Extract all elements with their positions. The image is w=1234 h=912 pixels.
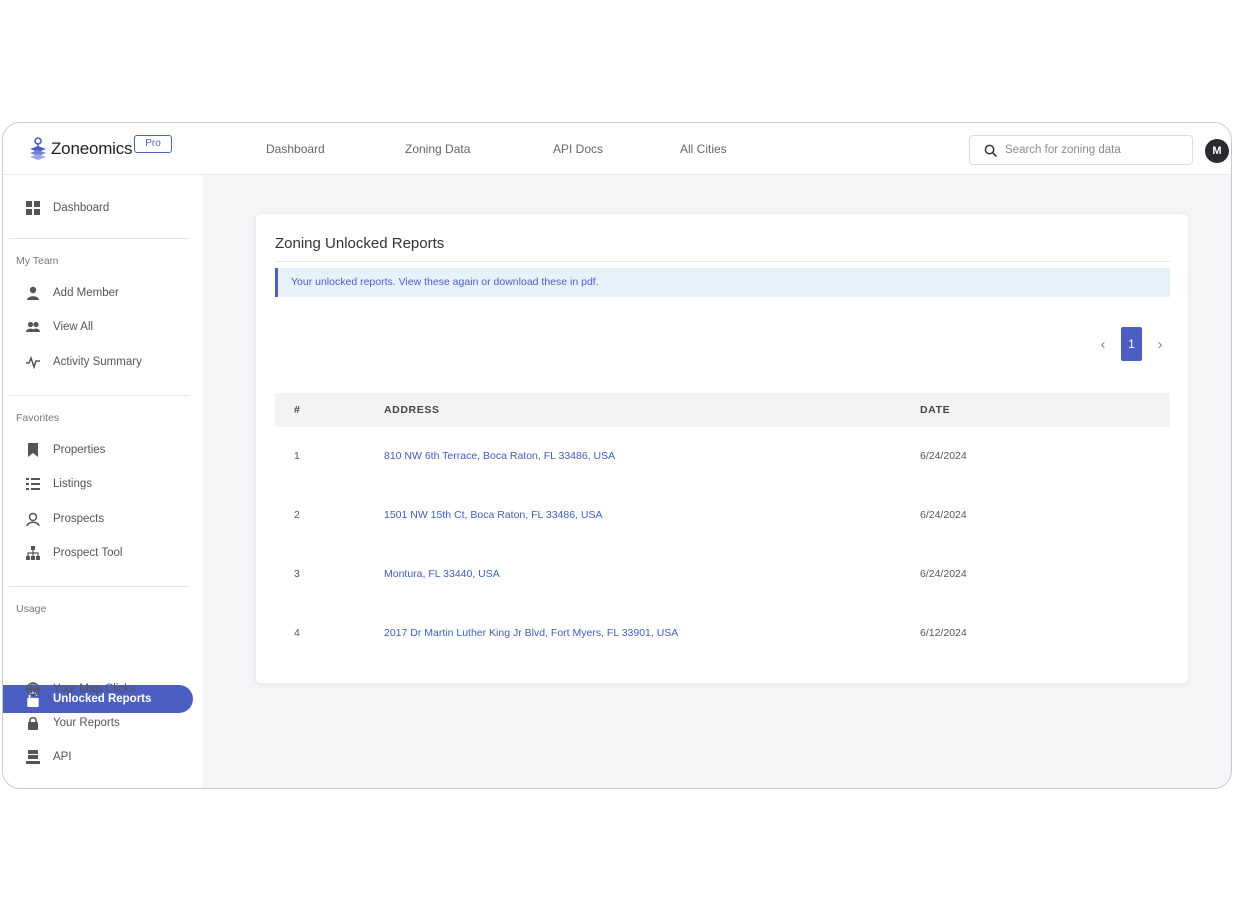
nav-all-cities[interactable]: All Cities bbox=[680, 123, 727, 175]
logo-text: Zoneomics bbox=[51, 139, 133, 158]
logo[interactable]: Zoneomics bbox=[27, 136, 133, 162]
table-row: 3 Montura, FL 33440, USA 6/24/2024 bbox=[275, 545, 1170, 604]
activity-icon bbox=[25, 354, 41, 370]
reports-card: Zoning Unlocked Reports Your unlocked re… bbox=[255, 213, 1189, 684]
zoneomics-logo-icon bbox=[30, 137, 46, 160]
page-1-button[interactable]: 1 bbox=[1121, 327, 1142, 361]
section-heading-usage: Usage bbox=[16, 603, 47, 615]
address-link[interactable]: 1501 NW 15th Ct, Boca Raton, FL 33486, U… bbox=[384, 486, 602, 545]
location-user-icon bbox=[25, 511, 41, 527]
row-date: 6/24/2024 bbox=[920, 509, 967, 521]
sidebar-item-label: View All bbox=[53, 321, 94, 333]
sidebar-item-label: Activity Summary bbox=[53, 356, 142, 368]
page-title: Zoning Unlocked Reports bbox=[275, 235, 445, 252]
column-header-date: DATE bbox=[920, 404, 951, 416]
address-link[interactable]: 2017 Dr Martin Luther King Jr Blvd, Fort… bbox=[384, 604, 678, 663]
info-alert: Your unlocked reports. View these again … bbox=[275, 268, 1170, 297]
nav-dashboard[interactable]: Dashboard bbox=[266, 123, 325, 175]
row-number: 4 bbox=[294, 627, 300, 639]
address-link[interactable]: Montura, FL 33440, USA bbox=[384, 545, 500, 604]
search-placeholder: Search for zoning data bbox=[1005, 144, 1121, 156]
sidebar-item-label: Your Reports bbox=[53, 717, 120, 729]
sidebar-item-api[interactable]: API bbox=[25, 745, 72, 769]
section-heading-my-team: My Team bbox=[16, 255, 59, 267]
user-icon bbox=[25, 285, 41, 301]
table-row: 4 2017 Dr Martin Luther King Jr Blvd, Fo… bbox=[275, 604, 1170, 663]
sidebar-item-label: Prospects bbox=[53, 513, 105, 525]
row-date: 6/24/2024 bbox=[920, 568, 967, 580]
main-content: Zoning Unlocked Reports Your unlocked re… bbox=[203, 175, 1231, 788]
sidebar: Dashboard My Team Add Member View All Ac… bbox=[3, 175, 203, 788]
nav-api-docs[interactable]: API Docs bbox=[553, 123, 603, 175]
row-date: 6/24/2024 bbox=[920, 450, 967, 462]
row-date: 6/12/2024 bbox=[920, 627, 967, 639]
sidebar-item-properties[interactable]: Properties bbox=[25, 438, 105, 462]
address-link[interactable]: 810 NW 6th Terrace, Boca Raton, FL 33486… bbox=[384, 427, 615, 486]
pro-badge: Pro bbox=[134, 135, 172, 153]
row-number: 1 bbox=[294, 450, 300, 462]
sidebar-item-prospects[interactable]: Prospects bbox=[25, 507, 104, 531]
sitemap-icon bbox=[25, 545, 41, 561]
sidebar-item-label: API bbox=[53, 751, 72, 763]
divider bbox=[9, 586, 189, 587]
table-row: 1 810 NW 6th Terrace, Boca Raton, FL 334… bbox=[275, 427, 1170, 486]
sidebar-item-label: Listings bbox=[53, 478, 92, 490]
search-icon bbox=[984, 144, 997, 157]
bookmark-icon bbox=[25, 442, 41, 458]
divider bbox=[9, 395, 189, 396]
divider bbox=[275, 261, 1170, 262]
sidebar-item-label: Dashboard bbox=[53, 202, 110, 214]
sidebar-item-listings[interactable]: Listings bbox=[25, 472, 92, 496]
next-page-button[interactable]: › bbox=[1151, 327, 1169, 361]
pagination: ‹ 1 › bbox=[1094, 327, 1169, 361]
sidebar-item-view-all[interactable]: View All bbox=[25, 315, 93, 339]
sidebar-item-your-map-clicks[interactable]: Your Map Clicks bbox=[25, 677, 136, 701]
prev-page-button[interactable]: ‹ bbox=[1094, 327, 1112, 361]
sidebar-item-label: Properties bbox=[53, 444, 106, 456]
section-heading-favorites: Favorites bbox=[16, 412, 60, 424]
server-icon bbox=[25, 749, 41, 765]
sidebar-item-dashboard[interactable]: Dashboard bbox=[25, 196, 109, 220]
sidebar-item-add-member[interactable]: Add Member bbox=[25, 281, 119, 305]
avatar[interactable]: M bbox=[1205, 139, 1229, 163]
sidebar-item-label: Add Member bbox=[53, 287, 119, 299]
sidebar-item-your-reports[interactable]: Your Reports bbox=[25, 711, 120, 735]
grid-icon bbox=[25, 200, 41, 216]
users-icon bbox=[25, 319, 41, 335]
search-input[interactable]: Search for zoning data bbox=[969, 135, 1193, 165]
table-row: 2 1501 NW 15th Ct, Boca Raton, FL 33486,… bbox=[275, 486, 1170, 545]
sidebar-item-prospect-tool[interactable]: Prospect Tool bbox=[25, 541, 122, 565]
table-header: # ADDRESS DATE bbox=[275, 393, 1170, 427]
sidebar-item-label: Prospect Tool bbox=[53, 547, 123, 559]
lock-icon bbox=[25, 715, 41, 731]
divider bbox=[9, 238, 189, 239]
sidebar-item-activity-summary[interactable]: Activity Summary bbox=[25, 350, 142, 374]
sidebar-item-label: Your Map Clicks bbox=[53, 683, 136, 695]
globe-icon bbox=[25, 681, 41, 697]
row-number: 3 bbox=[294, 568, 300, 580]
row-number: 2 bbox=[294, 509, 300, 521]
column-header-address: ADDRESS bbox=[384, 404, 440, 416]
list-icon bbox=[25, 476, 41, 492]
nav-zoning-data[interactable]: Zoning Data bbox=[405, 123, 470, 175]
app-window: Zoneomics Pro Dashboard Zoning Data API … bbox=[2, 122, 1232, 789]
top-bar: Zoneomics Pro Dashboard Zoning Data API … bbox=[3, 123, 1231, 175]
column-header-number: # bbox=[294, 404, 301, 416]
